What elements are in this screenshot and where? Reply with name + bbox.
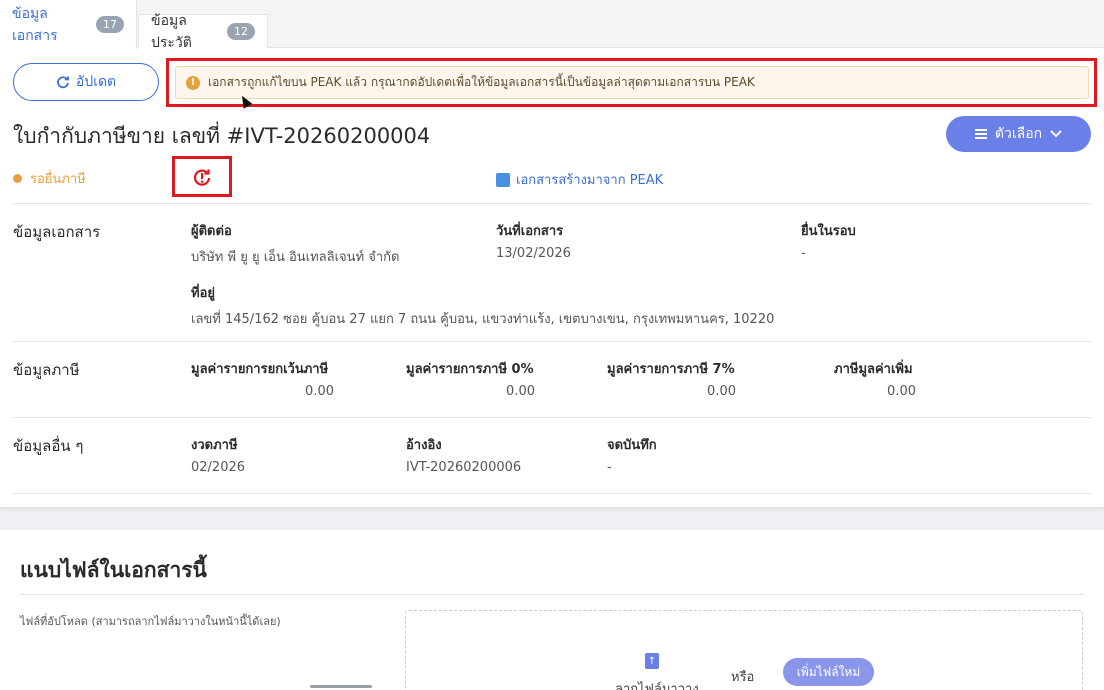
refresh-icon — [57, 76, 69, 89]
exempt-value: 0.00 — [305, 384, 334, 399]
tax-period-value: 02/2026 — [191, 460, 246, 475]
divider — [13, 341, 1091, 342]
or-text: หรือ — [731, 670, 755, 685]
doc-date-label: วันที่เอกสาร — [496, 224, 564, 239]
sync-warning-icon — [193, 169, 211, 186]
divider — [13, 493, 1091, 494]
tab-label: ข้อมูลเอกสาร — [12, 5, 58, 44]
section-doc-info: ข้อมูลเอกสาร — [13, 223, 101, 241]
note-label: จดบันทึก — [607, 438, 657, 453]
seven-rate-value: 0.00 — [707, 384, 736, 399]
section-tax-info: ข้อมูลภาษี — [13, 361, 80, 379]
zero-rate-value: 0.00 — [506, 384, 535, 399]
source-text: เอกสารสร้างมาจาก PEAK — [516, 173, 664, 188]
divider — [13, 203, 1091, 204]
attachments-section: แนบไฟล์ในเอกสารนี้ ไฟล์ที่อัปโหลด (สามาร… — [0, 530, 1104, 690]
peak-source-link[interactable]: เอกสารสร้างมาจาก PEAK — [496, 169, 663, 190]
scrollbar-handle[interactable] — [310, 685, 372, 688]
chevron-down-icon — [1050, 130, 1062, 138]
tab-document-info[interactable]: ข้อมูลเอกสาร 17 — [0, 0, 137, 49]
divider — [20, 594, 1084, 595]
drop-files-text: ลากไฟล์มาวาง — [615, 682, 699, 690]
update-button[interactable]: อัปเดต — [13, 63, 159, 101]
doc-date-value: 13/02/2026 — [496, 246, 571, 261]
round-value: - — [801, 246, 806, 261]
count-badge: 12 — [227, 23, 255, 40]
add-file-button[interactable]: เพิ่มไฟล์ใหม่ — [783, 658, 874, 686]
sync-highlight[interactable] — [172, 156, 232, 197]
tab-bar: ข้อมูลเอกสาร 17 ข้อมูลประวัติ 12 — [0, 0, 1104, 51]
round-label: ยื่นในรอบ — [801, 224, 856, 239]
count-badge: 17 — [96, 16, 124, 33]
contact-label: ผู้ติดต่อ — [191, 224, 232, 239]
upload-file-icon: ↑ — [645, 653, 659, 669]
zero-rate-label: มูลค่ารายการภาษี 0% — [406, 362, 534, 377]
vat-value: 0.00 — [887, 384, 916, 399]
tax-period-label: งวดภาษี — [191, 438, 238, 453]
address-value: เลขที่ 145/162 ซอย คู้บอน 27 แยก 7 ถนน ค… — [191, 312, 775, 327]
reference-label: อ้างอิง — [406, 438, 442, 453]
status-badge: รอยื่นภาษี — [13, 168, 86, 189]
status-dot — [13, 174, 22, 183]
uploaded-files-label: ไฟล์ที่อัปโหลด (สามารถลากไฟล์มาวางในหน้า… — [20, 615, 281, 628]
status-text: รอยื่นภาษี — [30, 172, 86, 187]
alert-text: เอกสารถูกแก้ไขบน PEAK แล้ว กรุณากดอัปเดต… — [208, 75, 755, 89]
tab-history[interactable]: ข้อมูลประวัติ 12 — [138, 13, 268, 51]
attachments-title: แนบไฟล์ในเอกสารนี้ — [20, 558, 207, 582]
note-value: - — [607, 460, 612, 475]
contact-value: บริษัท พี ยู ยู เอ็น อินเทลลิเจนท์ จำกัด — [191, 250, 400, 265]
exempt-label: มูลค่ารายการยกเว้นภาษี — [191, 362, 329, 377]
reference-value: IVT-20260200006 — [406, 460, 522, 475]
options-button[interactable]: ตัวเลือก — [946, 116, 1091, 152]
page-title: ใบกำกับภาษีขาย เลขที่ #IVT-20260200004 — [13, 124, 431, 148]
info-icon: ! — [186, 75, 200, 90]
document-card: ข้อมูลเอกสาร 17 ข้อมูลประวัติ 12 อัปเดต … — [0, 0, 1104, 508]
tab-label: ข้อมูลประวัติ — [151, 12, 192, 51]
divider — [13, 417, 1091, 418]
vat-label: ภาษีมูลค่าเพิ่ม — [834, 362, 913, 377]
menu-icon — [974, 129, 987, 139]
sync-alert: ! เอกสารถูกแก้ไขบน PEAK แล้ว กรุณากดอัปเ… — [175, 66, 1089, 99]
options-label: ตัวเลือก — [994, 126, 1043, 142]
section-other-info: ข้อมูลอื่น ๆ — [13, 437, 84, 455]
update-label: อัปเดต — [75, 74, 117, 90]
peak-logo-icon — [496, 172, 510, 187]
seven-rate-label: มูลค่ารายการภาษี 7% — [607, 362, 735, 377]
address-label: ที่อยู่ — [191, 286, 215, 301]
